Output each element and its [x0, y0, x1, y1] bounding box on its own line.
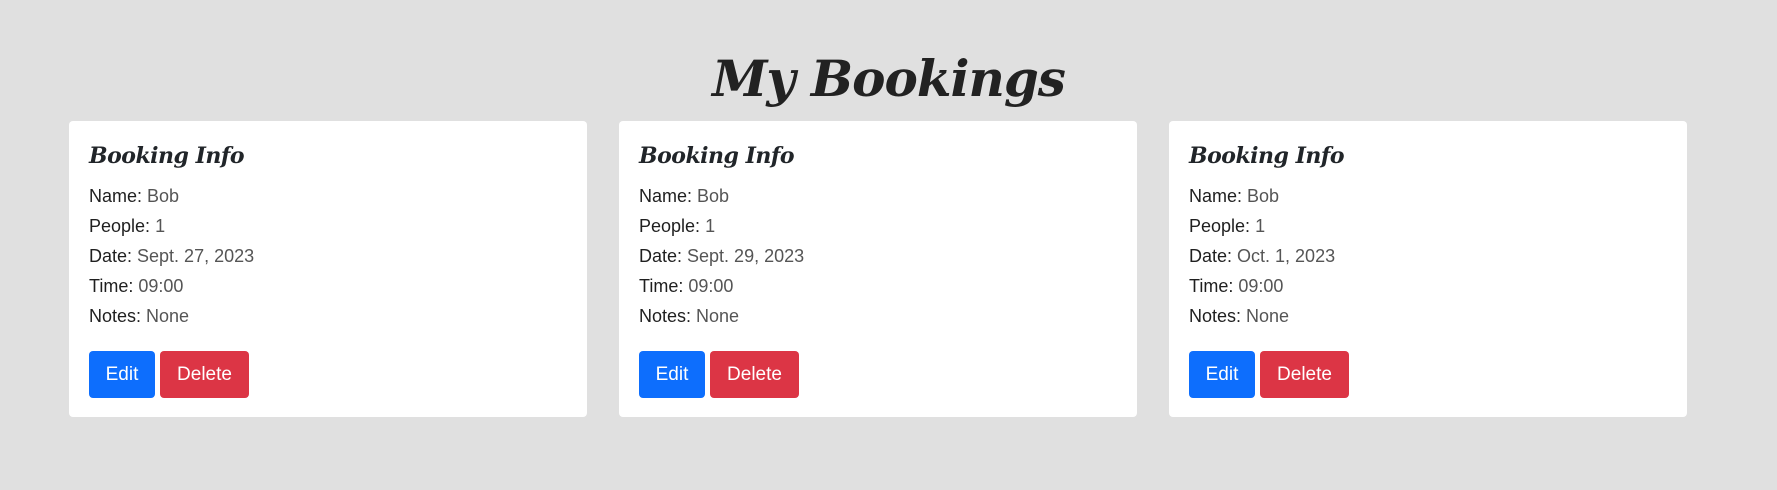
booking-time-row: Time: 09:00: [639, 271, 1117, 301]
notes-label: Notes:: [1189, 306, 1247, 326]
booking-people-row: People: 1: [1189, 211, 1667, 241]
booking-notes-row: Notes: None: [639, 301, 1117, 331]
bookings-list: Booking Info Name: Bob People: 1 Date: S…: [69, 121, 1687, 417]
name-label: Name:: [1189, 186, 1248, 206]
name-value: Bob: [147, 186, 180, 206]
booking-notes-row: Notes: None: [89, 301, 567, 331]
time-value: 09:00: [138, 276, 184, 296]
booking-card: Booking Info Name: Bob People: 1 Date: S…: [619, 121, 1137, 417]
booking-card: Booking Info Name: Bob People: 1 Date: O…: [1169, 121, 1687, 417]
card-actions: Edit Delete: [89, 351, 567, 398]
edit-button[interactable]: Edit: [1189, 351, 1255, 398]
name-label: Name:: [639, 186, 698, 206]
delete-button[interactable]: Delete: [1260, 351, 1349, 398]
name-value: Bob: [697, 186, 730, 206]
date-value: Sept. 29, 2023: [687, 246, 805, 266]
date-value: Sept. 27, 2023: [137, 246, 255, 266]
date-label: Date:: [639, 246, 688, 266]
card-title: Booking Info: [1189, 143, 1345, 169]
booking-people-row: People: 1: [639, 211, 1117, 241]
notes-label: Notes:: [639, 306, 697, 326]
card-title: Booking Info: [639, 143, 795, 169]
name-value: Bob: [1247, 186, 1280, 206]
delete-button[interactable]: Delete: [160, 351, 249, 398]
people-label: People:: [1189, 216, 1256, 236]
notes-value: None: [146, 306, 190, 326]
people-value: 1: [1255, 216, 1266, 236]
time-value: 09:00: [688, 276, 734, 296]
date-label: Date:: [1189, 246, 1238, 266]
booking-date-row: Date: Sept. 27, 2023: [89, 241, 567, 271]
time-label: Time:: [1189, 276, 1239, 296]
time-label: Time:: [639, 276, 689, 296]
booking-notes-row: Notes: None: [1189, 301, 1667, 331]
booking-date-row: Date: Sept. 29, 2023: [639, 241, 1117, 271]
people-value: 1: [705, 216, 716, 236]
time-value: 09:00: [1238, 276, 1284, 296]
booking-card: Booking Info Name: Bob People: 1 Date: S…: [69, 121, 587, 417]
notes-value: None: [1246, 306, 1290, 326]
edit-button[interactable]: Edit: [89, 351, 155, 398]
booking-time-row: Time: 09:00: [89, 271, 567, 301]
booking-name-row: Name: Bob: [89, 181, 567, 211]
booking-name-row: Name: Bob: [1189, 181, 1667, 211]
page-title: My Bookings: [712, 49, 1066, 108]
booking-time-row: Time: 09:00: [1189, 271, 1667, 301]
booking-people-row: People: 1: [89, 211, 567, 241]
edit-button[interactable]: Edit: [639, 351, 705, 398]
card-actions: Edit Delete: [1189, 351, 1667, 398]
date-value: Oct. 1, 2023: [1237, 246, 1336, 266]
card-title: Booking Info: [89, 143, 245, 169]
time-label: Time:: [89, 276, 139, 296]
people-label: People:: [89, 216, 156, 236]
notes-label: Notes:: [89, 306, 147, 326]
date-label: Date:: [89, 246, 138, 266]
people-label: People:: [639, 216, 706, 236]
delete-button[interactable]: Delete: [710, 351, 799, 398]
name-label: Name:: [89, 186, 148, 206]
card-actions: Edit Delete: [639, 351, 1117, 398]
booking-date-row: Date: Oct. 1, 2023: [1189, 241, 1667, 271]
notes-value: None: [696, 306, 740, 326]
booking-name-row: Name: Bob: [639, 181, 1117, 211]
people-value: 1: [155, 216, 166, 236]
